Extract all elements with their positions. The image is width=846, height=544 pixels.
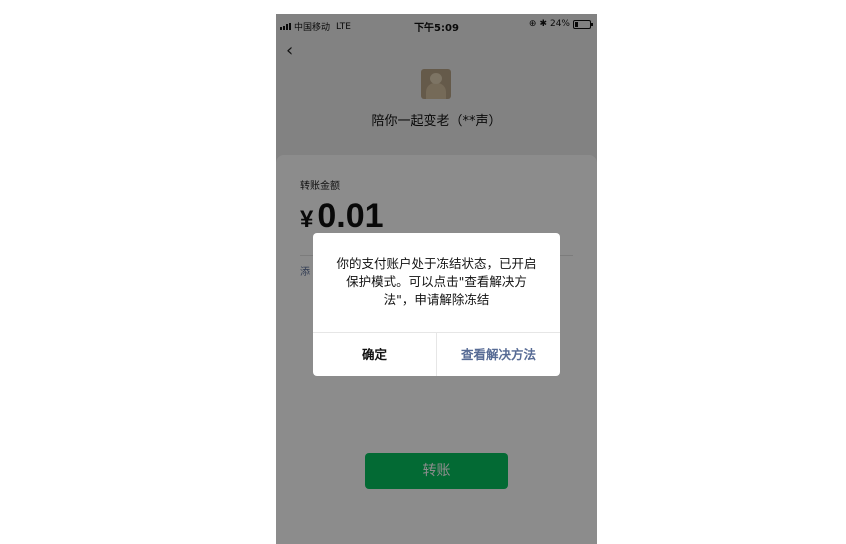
confirm-button[interactable]: 确定 xyxy=(313,333,436,376)
dialog-message: 你的支付账户处于冻结状态，已开启保护模式。可以点击"查看解决方法"，申请解除冻结 xyxy=(336,256,537,307)
frozen-account-dialog: 你的支付账户处于冻结状态，已开启保护模式。可以点击"查看解决方法"，申请解除冻结… xyxy=(313,233,560,376)
view-solution-button[interactable]: 查看解决方法 xyxy=(437,333,560,376)
phone-screen: 中国移动 LTE 下午5:09 ⊕ ✱ 24% ‹ 陪你一起变老（**声） 转账… xyxy=(276,14,597,544)
